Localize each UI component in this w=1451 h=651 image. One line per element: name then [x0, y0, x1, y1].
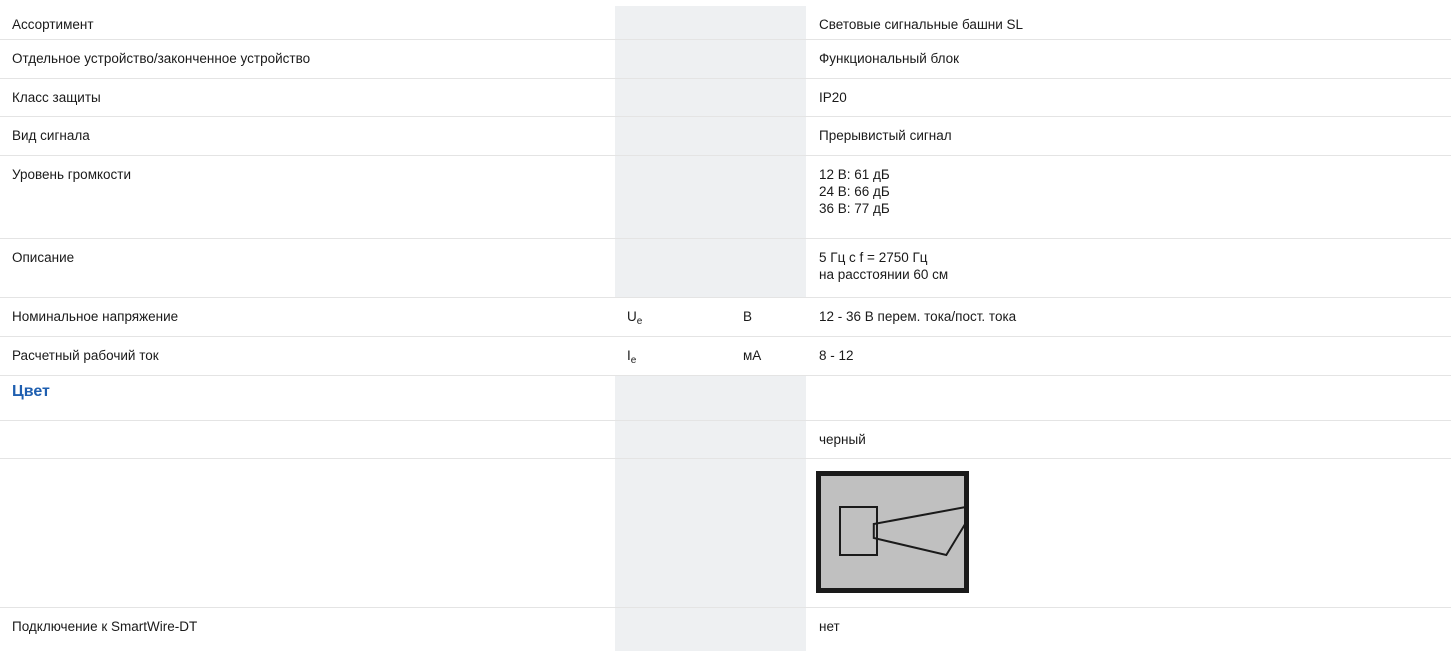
row-symbol — [615, 239, 732, 297]
row-value — [806, 376, 1451, 420]
row-symbol — [615, 608, 732, 651]
row-label: Класс защиты — [12, 90, 101, 105]
row-value: черный — [806, 421, 1451, 458]
row-label: Ассортимент — [12, 17, 94, 32]
value-line: 8 - 12 — [819, 348, 854, 363]
spec-row-volume: Уровень громкости 12 В: 61 дБ 24 В: 66 д… — [0, 156, 1451, 239]
row-label: Уровень громкости — [12, 167, 132, 182]
row-symbol: Ue — [615, 298, 732, 336]
spec-row-signal-type: Вид сигнала Прерывистый сигнал — [0, 117, 1451, 156]
value-line: IP20 — [819, 90, 847, 105]
value-line: нет — [819, 619, 840, 634]
section-title: Цвет — [12, 383, 50, 400]
row-symbol — [615, 6, 732, 39]
value-line: 5 Гц с f = 2750 Гц — [819, 250, 928, 265]
row-symbol: Ie — [615, 337, 732, 375]
row-value: Световые сигнальные башни SL — [806, 6, 1451, 39]
row-unit — [732, 459, 806, 607]
row-label: Подключение к SmartWire-DT — [12, 619, 198, 634]
horn-signal-icon — [816, 471, 969, 593]
spec-row-assortment: Ассортимент Световые сигнальные башни SL — [0, 6, 1451, 40]
row-label: Описание — [12, 250, 75, 265]
section-row-color: Цвет — [0, 376, 1451, 421]
value-line: 24 В: 66 дБ — [819, 184, 890, 199]
row-symbol — [615, 79, 732, 116]
row-unit — [732, 376, 806, 420]
symbol-subscript: e — [630, 355, 637, 366]
value-line: черный — [819, 432, 866, 447]
row-value: IP20 — [806, 79, 1451, 116]
spec-row-color-value: черный — [0, 421, 1451, 459]
spec-table: Ассортимент Световые сигнальные башни SL… — [0, 6, 1451, 651]
row-unit — [732, 239, 806, 297]
row-label: Номинальное напряжение — [12, 309, 179, 324]
row-value — [806, 459, 1451, 607]
value-line: Световые сигнальные башни SL — [819, 17, 1024, 32]
row-unit — [732, 79, 806, 116]
value-line: Функциональный блок — [819, 51, 960, 66]
symbol-main: U — [627, 309, 637, 324]
spec-row-smartwire: Подключение к SmartWire-DT нет — [0, 608, 1451, 651]
row-value: нет — [806, 608, 1451, 651]
row-value: 12 - 36 В перем. тока/пост. тока — [806, 298, 1451, 336]
row-unit — [732, 6, 806, 39]
row-unit — [732, 421, 806, 458]
spec-row-protection-class: Класс защиты IP20 — [0, 79, 1451, 117]
row-label — [0, 459, 615, 607]
row-label — [0, 421, 615, 458]
row-value: 5 Гц с f = 2750 Гц на расстоянии 60 см — [806, 239, 1451, 297]
row-symbol — [615, 117, 732, 155]
spec-row-description: Описание 5 Гц с f = 2750 Гц на расстояни… — [0, 239, 1451, 298]
row-label: Расчетный рабочий ток — [12, 348, 159, 363]
row-unit: В — [732, 298, 806, 336]
spec-row-device-type: Отдельное устройство/законченное устройс… — [0, 40, 1451, 79]
row-value: 12 В: 61 дБ 24 В: 66 дБ 36 В: 77 дБ — [806, 156, 1451, 238]
symbol-subscript: e — [636, 316, 643, 327]
row-unit: мА — [732, 337, 806, 375]
row-unit — [732, 156, 806, 238]
row-value: Прерывистый сигнал — [806, 117, 1451, 155]
value-line: 12 - 36 В перем. тока/пост. тока — [819, 309, 1017, 324]
row-value: Функциональный блок — [806, 40, 1451, 78]
row-unit — [732, 117, 806, 155]
row-label: Вид сигнала — [12, 128, 90, 143]
row-symbol — [615, 421, 732, 458]
spec-row-rated-current: Расчетный рабочий ток Ie мА 8 - 12 — [0, 337, 1451, 376]
value-line: на расстоянии 60 см — [819, 267, 949, 282]
row-unit — [732, 608, 806, 651]
row-label: Отдельное устройство/законченное устройс… — [12, 51, 311, 66]
row-symbol — [615, 156, 732, 238]
row-symbol — [615, 459, 732, 607]
spec-row-symbol — [0, 459, 1451, 608]
row-symbol — [615, 40, 732, 78]
value-line: Прерывистый сигнал — [819, 128, 952, 143]
row-unit — [732, 40, 806, 78]
value-line: 36 В: 77 дБ — [819, 201, 890, 216]
spec-row-rated-voltage: Номинальное напряжение Ue В 12 - 36 В пе… — [0, 298, 1451, 337]
value-line: 12 В: 61 дБ — [819, 167, 890, 182]
row-symbol — [615, 376, 732, 420]
row-value: 8 - 12 — [806, 337, 1451, 375]
